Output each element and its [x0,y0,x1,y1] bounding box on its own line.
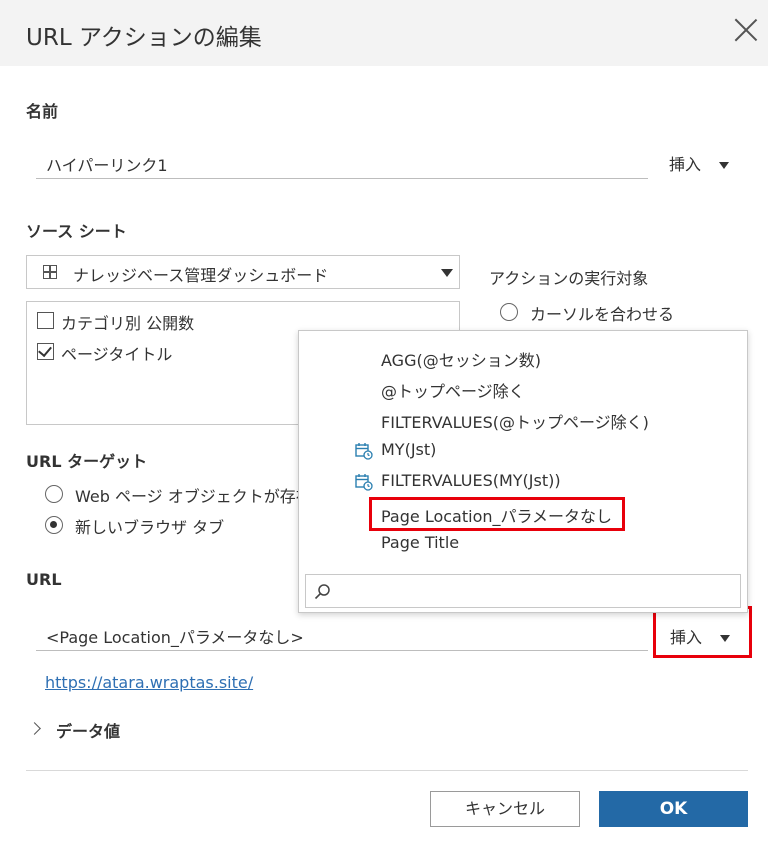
menu-item[interactable]: AGG(@セッション数) [381,347,541,371]
radio-new-browser-tab-label: 新しいブラウザ タブ [75,518,225,537]
insert-menu: AGG(@セッション数) @トップページ除く FILTERVALUES(@トップ… [298,330,748,613]
name-field-value: ハイパーリンク1 [46,156,168,175]
check-icon [38,342,52,358]
insert-button-highlight [653,606,752,658]
cancel-button[interactable]: キャンセル [430,791,580,827]
radio-web-page-object[interactable] [45,485,63,503]
source-sheet-selected: ナレッジベース管理ダッシュボード [73,266,329,285]
search-icon [314,584,330,600]
url-target-label: URL ターゲット [26,452,148,471]
menu-item[interactable]: FILTERVALUES(MY(Jst)) [381,471,561,490]
source-sheet-label: ソース シート [26,222,127,241]
url-field-value: <Page Location_パラメータなし> [46,628,304,647]
name-field[interactable]: ハイパーリンク1 [36,148,648,179]
ok-button[interactable]: OK [599,791,748,827]
run-action-label: アクションの実行対象 [489,269,649,288]
data-values-label[interactable]: データ値 [56,718,120,742]
close-icon[interactable] [733,17,759,43]
radio-hover-label: カーソルを合わせる [530,305,675,324]
menu-search-input[interactable] [305,574,741,608]
chevron-down-icon [719,162,730,169]
sheet-label-category: カテゴリ別 公開数 [61,314,195,333]
source-sheet-select[interactable]: ナレッジベース管理ダッシュボード [26,255,460,289]
calendar-clock-icon [355,474,373,491]
name-insert-button[interactable]: 挿入 [669,151,730,175]
name-insert-label: 挿入 [669,155,702,174]
sheet-checkbox-page-title[interactable] [37,342,54,360]
dialog-title: URL アクションの編集 [26,25,262,51]
menu-item[interactable]: @トップページ除く [381,378,525,402]
radio-hover[interactable] [500,303,518,321]
sheet-checkbox-category[interactable] [37,312,54,329]
menu-item[interactable]: FILTERVALUES(@トップページ除く) [381,409,649,433]
radio-new-browser-tab[interactable] [45,516,63,534]
radio-selected-dot [50,521,57,528]
url-field[interactable]: <Page Location_パラメータなし> [36,620,648,651]
calendar-clock-icon [355,443,373,460]
menu-item-page-location[interactable]: Page Location_パラメータなし [381,503,612,527]
radio-web-page-object-label: Web ページ オブジェクトが存在 [75,487,312,506]
name-label: 名前 [26,102,59,121]
chevron-down-icon [441,269,453,277]
footer-divider [26,770,748,771]
url-label: URL [26,570,62,589]
url-link[interactable]: https://atara.wraptas.site/ [45,673,253,692]
dashboard-grid-icon [43,265,57,279]
chevron-right-icon[interactable] [28,722,41,735]
sheet-label-page-title: ページタイトル [61,345,173,364]
menu-item[interactable]: Page Title [381,533,459,552]
menu-item[interactable]: MY(Jst) [381,440,436,459]
